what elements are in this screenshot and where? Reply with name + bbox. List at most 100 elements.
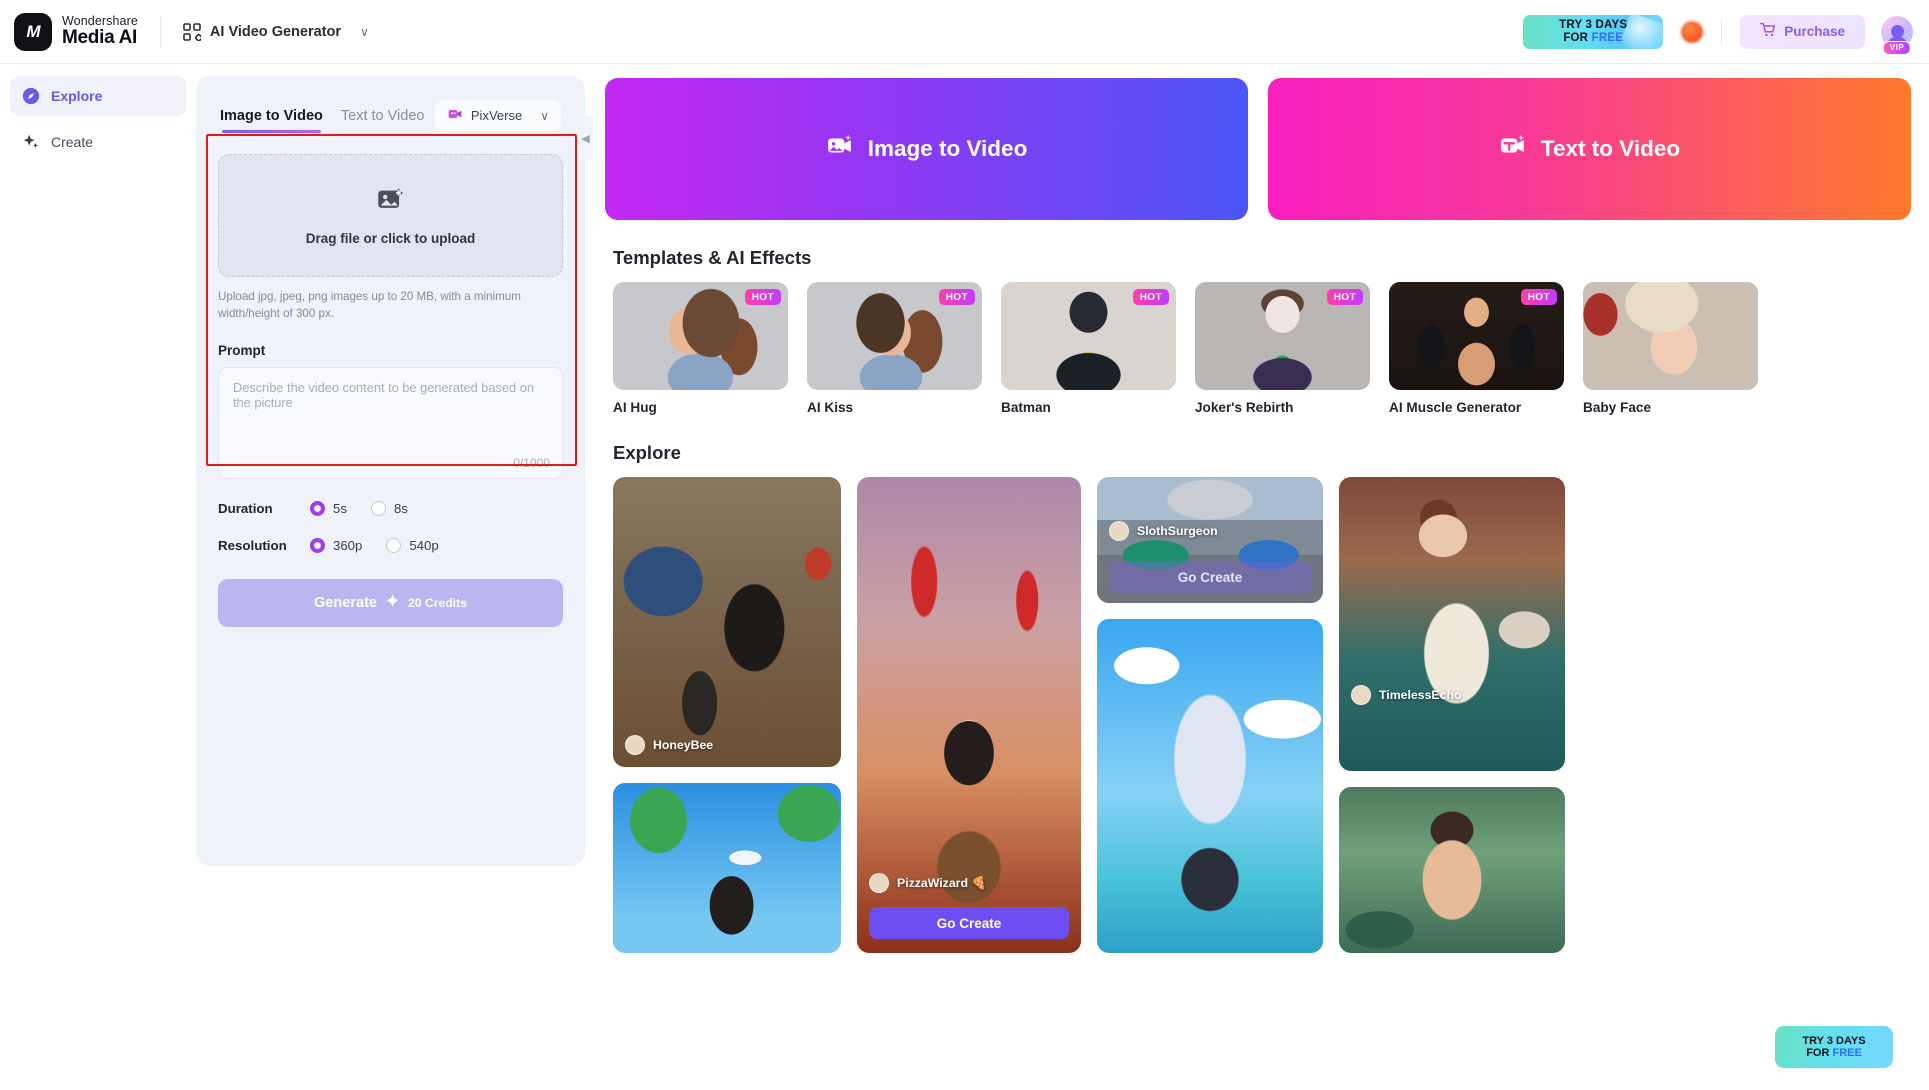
- prompt-placeholder: Describe the video content to be generat…: [233, 379, 534, 410]
- image-add-icon: [376, 186, 406, 221]
- banner-text-to-video[interactable]: Text to Video: [1268, 78, 1911, 220]
- hot-badge: HOT: [1326, 289, 1363, 305]
- brand-line-2: Media AI: [62, 27, 138, 49]
- explore-tile[interactable]: [613, 783, 841, 953]
- duration-row: Duration 5s 8s: [218, 500, 563, 516]
- generation-panel: Image to Video Text to Video PixVerse ∨ …: [196, 76, 585, 866]
- radio-icon: [370, 500, 386, 516]
- template-card[interactable]: HOT Joker's Rebirth: [1195, 282, 1370, 415]
- template-thumbnail: HOT: [1001, 282, 1176, 390]
- sidebar-item-create[interactable]: Create: [10, 122, 186, 162]
- floating-try-free-promo[interactable]: TRY 3 DAYS FOR FREE: [1775, 1026, 1893, 1068]
- prompt-input[interactable]: Describe the video content to be generat…: [218, 366, 563, 479]
- explore-tile[interactable]: [1339, 787, 1565, 953]
- promo-line-2: FOR FREE: [1563, 31, 1624, 44]
- explore-tile[interactable]: HoneyBee: [613, 477, 841, 767]
- radio-icon: [310, 500, 325, 516]
- template-thumbnail: HOT: [807, 282, 982, 390]
- duration-label: Duration: [218, 500, 273, 516]
- explore-tile[interactable]: PizzaWizard 🍕 Go Create: [857, 477, 1081, 953]
- generate-label: Generate: [314, 594, 377, 611]
- panel-tabs: Image to Video Text to Video PixVerse ∨: [196, 76, 585, 140]
- template-card[interactable]: HOT AI Hug: [613, 282, 788, 415]
- purchase-button[interactable]: Purchase: [1740, 14, 1865, 49]
- creator-name: SlothSurgeon: [1137, 524, 1218, 538]
- template-card[interactable]: HOT AI Muscle Generator: [1389, 282, 1564, 415]
- explore-tile[interactable]: [1097, 619, 1323, 953]
- hot-badge: HOT: [744, 289, 781, 305]
- templates-section-title: Templates & AI Effects: [613, 247, 812, 268]
- brand-logo-group[interactable]: M Wondershare Media AI: [0, 12, 138, 51]
- promo-line-2: FOR FREE: [1806, 1047, 1862, 1059]
- dropzone-label: Drag file or click to upload: [305, 230, 476, 246]
- tab-image-to-video[interactable]: Image to Video: [220, 108, 323, 133]
- upload-dropzone[interactable]: Drag file or click to upload: [218, 154, 563, 277]
- avatar[interactable]: VIP: [1881, 15, 1913, 55]
- cart-icon: [1760, 22, 1776, 41]
- generate-button[interactable]: Generate 20 Credits: [218, 578, 563, 627]
- creator-name: TimelessEcho: [1379, 688, 1462, 702]
- hot-badge: HOT: [1132, 289, 1169, 305]
- duration-option-5s[interactable]: 5s: [310, 500, 347, 516]
- module-selector[interactable]: AI Video Generator ∨: [183, 22, 369, 41]
- explore-column: SlothSurgeon Go Create: [1097, 477, 1323, 953]
- resolution-label: Resolution: [218, 537, 287, 553]
- explore-tile[interactable]: TimelessEcho: [1339, 477, 1565, 771]
- radio-icon: [386, 537, 402, 553]
- duration-option-label: 5s: [333, 500, 347, 516]
- resolution-option-label: 360p: [333, 537, 363, 553]
- brand-text: Wondershare Media AI: [62, 14, 138, 49]
- banner-image-to-video[interactable]: Image to Video: [605, 78, 1248, 220]
- model-label: PixVerse: [470, 108, 523, 123]
- vip-badge: VIP: [1882, 40, 1912, 55]
- template-name: Batman: [1001, 400, 1051, 415]
- template-card[interactable]: Baby Face: [1583, 282, 1758, 415]
- creator-avatar-icon: [1109, 521, 1129, 541]
- template-thumbnail: HOT: [1195, 282, 1370, 390]
- notification-indicator-icon[interactable]: [1681, 20, 1704, 43]
- compass-icon: [22, 87, 40, 105]
- resolution-option-540p[interactable]: 540p: [386, 537, 439, 553]
- creator-tag: SlothSurgeon: [1109, 521, 1218, 541]
- banner-row: Image to Video Text to Video: [605, 78, 1911, 220]
- creator-avatar-icon: [625, 735, 645, 755]
- templates-row: HOT AI Hug HOT AI Kiss HOT Batman HOT Jo…: [613, 282, 1911, 415]
- model-selector[interactable]: PixVerse ∨: [434, 100, 561, 131]
- tab-text-to-video[interactable]: Text to Video: [341, 108, 425, 133]
- module-label: AI Video Generator: [209, 23, 341, 40]
- sidebar-item-explore[interactable]: Explore: [10, 76, 186, 116]
- chevron-down-icon: ∨: [540, 108, 549, 123]
- promo-line-1: TRY 3 DAYS: [1559, 19, 1628, 32]
- header-divider-2: [1721, 18, 1723, 45]
- try-free-promo-button[interactable]: TRY 3 DAYS FOR FREE: [1523, 14, 1664, 49]
- explore-section-title: Explore: [613, 442, 681, 463]
- text-video-icon: [1499, 132, 1527, 166]
- sidebar-item-label: Create: [51, 134, 94, 150]
- generate-credits: 20 Credits: [407, 595, 467, 610]
- template-card[interactable]: HOT AI Kiss: [807, 282, 982, 415]
- template-name: AI Hug: [613, 400, 657, 415]
- grid-apps-icon: [183, 22, 201, 41]
- resolution-option-360p[interactable]: 360p: [310, 537, 363, 553]
- duration-option-8s[interactable]: 8s: [370, 500, 408, 516]
- promo-line-1: TRY 3 DAYS: [1802, 1034, 1866, 1047]
- creator-avatar-icon: [1351, 685, 1371, 705]
- prompt-label: Prompt: [218, 342, 266, 358]
- creator-tag: HoneyBee: [625, 735, 713, 755]
- hot-badge: HOT: [1520, 289, 1557, 305]
- explore-tile[interactable]: SlothSurgeon Go Create: [1097, 477, 1323, 603]
- template-thumbnail: HOT: [613, 282, 788, 390]
- resolution-row: Resolution 360p 540p: [218, 537, 563, 553]
- resolution-option-label: 540p: [409, 537, 439, 553]
- sparkle-icon: [22, 133, 40, 151]
- go-create-button[interactable]: Go Create: [1109, 561, 1311, 593]
- template-card[interactable]: HOT Batman: [1001, 282, 1176, 415]
- go-create-button[interactable]: Go Create: [869, 907, 1069, 939]
- template-name: Baby Face: [1583, 400, 1652, 415]
- image-video-icon: [826, 132, 854, 166]
- template-name: AI Muscle Generator: [1389, 400, 1522, 415]
- chevron-left-icon: ◀: [581, 132, 590, 145]
- explore-column: HoneyBee: [613, 477, 841, 953]
- panel-collapse-toggle[interactable]: ◀: [578, 116, 593, 160]
- banner-label: Image to Video: [867, 136, 1028, 161]
